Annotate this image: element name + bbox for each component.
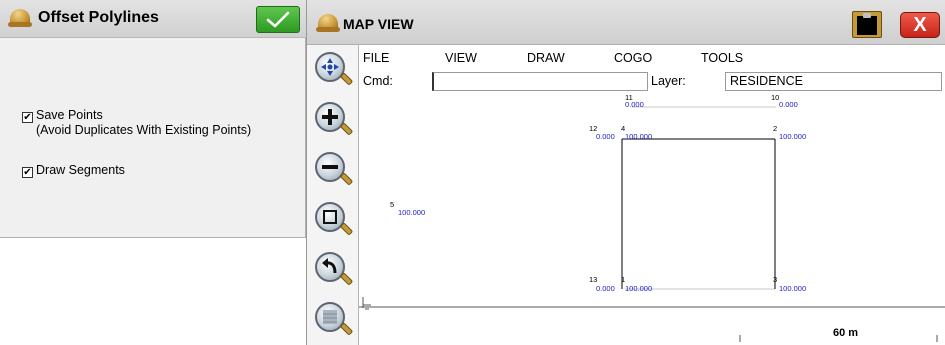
menu-file[interactable]: FILE [363, 51, 389, 65]
point-elevation: 0.000 [596, 284, 615, 293]
point-elevation: 100.000 [398, 208, 425, 217]
save-points-checkbox[interactable]: ✔ [22, 112, 33, 123]
point-elevation: 0.000 [779, 100, 798, 109]
layer-field[interactable]: RESIDENCE [725, 72, 942, 91]
map-drawing: 11 10 12 4 2 5 13 1 3 0.000 0.000 0.000 … [359, 93, 945, 342]
menu-tools[interactable]: TOOLS [701, 51, 743, 65]
save-points-label-line1: Save Points [36, 108, 103, 122]
zoom-in-button[interactable] [313, 100, 354, 140]
zoom-previous-button[interactable] [313, 250, 354, 290]
ok-button[interactable] [256, 6, 300, 33]
point-elevation: 0.000 [625, 100, 644, 109]
point-number: 13 [589, 275, 597, 284]
pan-button[interactable] [313, 50, 354, 90]
point-number: 5 [390, 200, 394, 209]
save-points-label-line2: (Avoid Duplicates With Existing Points) [36, 123, 252, 137]
save-points-label: Save Points (Avoid Duplicates With Exist… [36, 108, 251, 138]
point-elevation: 100.000 [625, 284, 652, 293]
layer-label: Layer: [651, 74, 686, 88]
point-elevation: 100.000 [779, 132, 806, 141]
save-points-option[interactable]: ✔ Save Points (Avoid Duplicates With Exi… [22, 108, 251, 138]
scale-bar-label: 60 m [833, 327, 859, 339]
zoom-out-button[interactable] [313, 150, 354, 190]
menu-cogo[interactable]: COGO [614, 51, 652, 65]
cmd-label: Cmd: [363, 74, 393, 88]
command-bar: Cmd: Layer: RESIDENCE [359, 70, 945, 92]
menu-bar: FILE VIEW DRAW COGO TOOLS [359, 47, 945, 69]
draw-segments-checkbox[interactable]: ✔ [22, 167, 33, 178]
menu-view[interactable]: VIEW [445, 51, 477, 65]
hard-hat-icon [8, 8, 32, 28]
map-title: MAP VIEW [343, 16, 414, 32]
panel-body: ✔ Save Points (Avoid Duplicates With Exi… [0, 38, 306, 238]
draw-segments-option[interactable]: ✔ Draw Segments [22, 163, 125, 178]
zoom-extents-button[interactable] [313, 300, 354, 340]
point-elevation: 0.000 [596, 132, 615, 141]
menu-draw[interactable]: DRAW [527, 51, 565, 65]
cmd-input[interactable] [432, 72, 648, 91]
close-button[interactable]: X [900, 12, 940, 38]
panel-title: Offset Polylines [38, 9, 159, 26]
panel-title-bar: Offset Polylines [0, 0, 306, 38]
app-root: Offset Polylines ✔ Save Points (Avoid Du… [0, 0, 945, 345]
point-elevation: 100.000 [625, 132, 652, 141]
hard-hat-icon [316, 13, 340, 33]
point-number: 3 [773, 275, 777, 284]
map-view-window: MAP VIEW X FILE VIEW DRAW COGO TOOLS Cmd… [306, 0, 945, 345]
zoom-window-button[interactable] [313, 200, 354, 240]
point-elevation: 100.000 [779, 284, 806, 293]
point-number: 2 [773, 124, 777, 133]
map-canvas[interactable]: 11 10 12 4 2 5 13 1 3 0.000 0.000 0.000 … [359, 92, 945, 345]
offset-polylines-panel: Offset Polylines ✔ Save Points (Avoid Du… [0, 0, 306, 345]
clipboard-button[interactable] [852, 11, 882, 38]
map-toolbar [307, 45, 359, 345]
point-number: 1 [621, 275, 625, 284]
checkmark-icon [266, 11, 290, 27]
draw-segments-label: Draw Segments [36, 163, 125, 177]
clipboard-icon [857, 16, 877, 35]
map-title-bar: MAP VIEW X [307, 0, 945, 45]
